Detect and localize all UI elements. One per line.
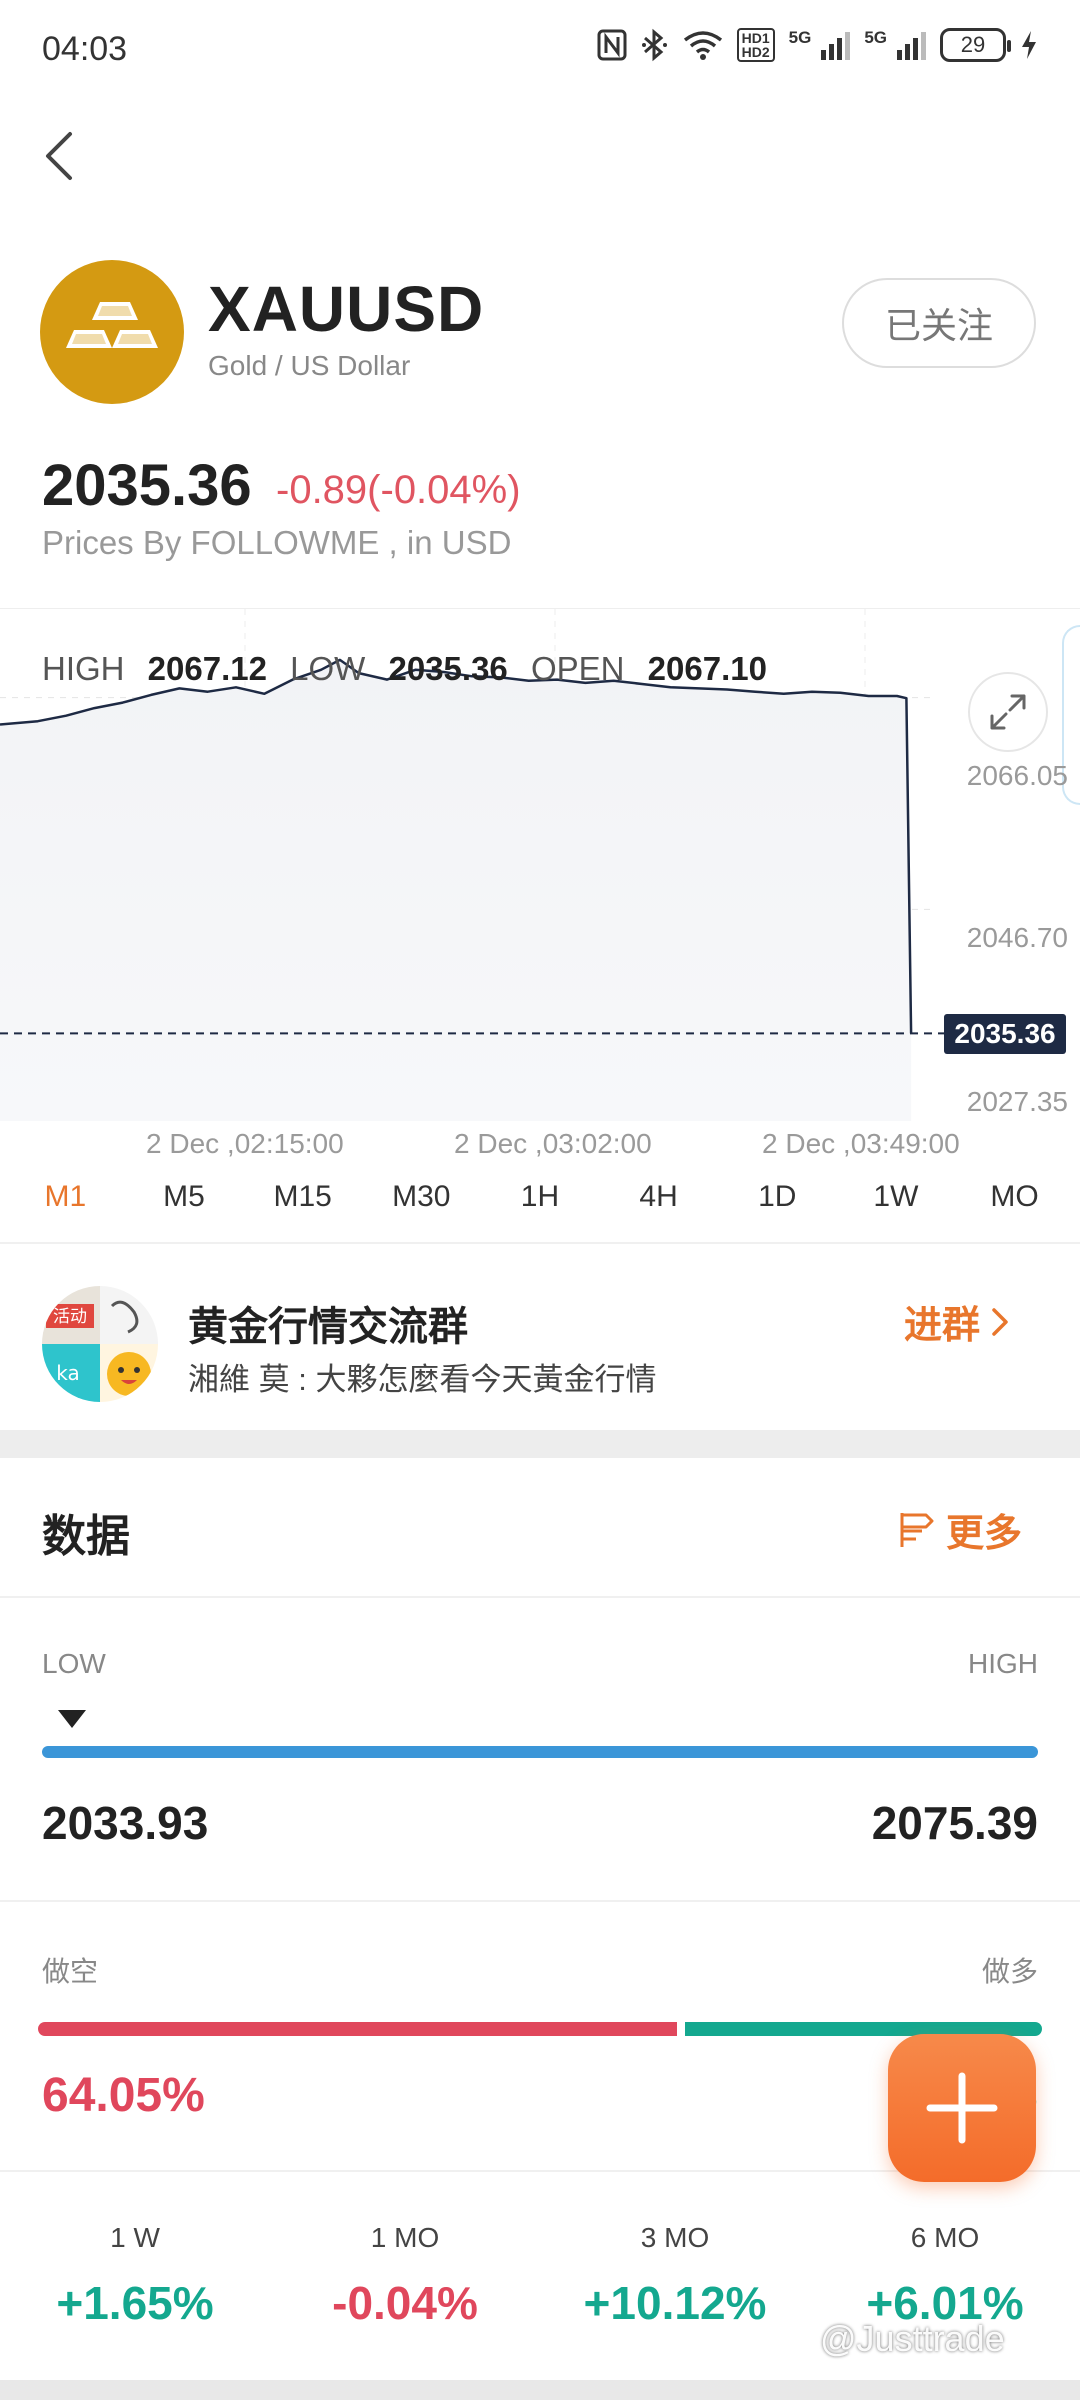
bottom-band [0,2380,1080,2400]
list-flag-icon [900,1512,934,1547]
chevron-right-icon [992,1307,1008,1336]
divider [0,1242,1080,1244]
sentiment-bar [38,2022,1042,2036]
tab-m5[interactable]: M5 [134,1180,234,1240]
join-group-button[interactable]: 进群 [904,1294,1010,1349]
section-gap [0,1430,1080,1458]
performance-item: 1 W +1.65% [0,2222,270,2330]
chart-stats: HIGH 2067.12 LOW 2035.36 OPEN 2067.10 [42,650,781,688]
high-value: 2067.12 [147,650,267,687]
performance-label: 3 MO [640,2222,710,2253]
performance-label: 1 MO [370,2222,440,2253]
x-tick-label: 2 Dec ,03:49:00 [762,1128,960,1159]
price-change: -0.89(-0.04%) [276,468,521,512]
open-value: 2067.10 [647,650,767,687]
gold-bars-icon [66,302,158,348]
join-group-label: 进群 [904,1305,981,1347]
short-percentage: 64.05% [42,2069,205,2122]
bluetooth-icon [641,28,667,62]
status-time: 04:03 [42,30,128,68]
low-value: 2035.36 [388,650,508,687]
current-price-tag: 2035.36 [944,1014,1066,1054]
tab-mo[interactable]: MO [965,1180,1065,1240]
group-avatar-image: 活动 ka [42,1286,158,1402]
group-avatar[interactable]: 活动 ka [42,1286,158,1402]
divider [0,1900,1080,1902]
performance-value: +1.65% [56,2277,214,2329]
status-icons: HD1 HD2 5G 5G 29 [597,28,1038,62]
performance-item: 6 MO +6.01% [810,2222,1080,2330]
symbol-title: XAUUSD [208,273,485,345]
follow-button[interactable]: 已关注 [842,278,1036,368]
high-label: HIGH [42,650,125,687]
y-tick-label: 2027.35 [966,1086,1068,1117]
x-tick-label: 2 Dec ,02:15:00 [146,1128,344,1159]
network-label-2: 5G [864,28,887,47]
wifi-icon [683,31,722,60]
tab-1w[interactable]: 1W [846,1180,946,1240]
range-high-value: 2075.39 [871,1797,1038,1849]
hd-icon: HD1 HD2 [736,28,775,62]
sentiment-short-fill [38,2022,677,2036]
divider [0,1596,1080,1598]
status-bar: 04:03 HD1 HD2 5G 5G 29 [0,0,1080,100]
add-button[interactable] [888,2034,1036,2182]
avatar-tag: 活动 [53,1307,87,1327]
nfc-icon [597,29,627,61]
x-tick-label: 2 Dec ,03:02:00 [454,1128,652,1159]
price-source: Prices By FOLLOWME , in USD [42,524,512,561]
charging-icon [1022,31,1036,59]
more-button[interactable]: 更多 [898,1502,1022,1557]
y-tick-label: 2066.05 [966,760,1068,791]
expand-icon [990,694,1026,730]
data-section-title: 数据 [42,1512,130,1561]
tab-4h[interactable]: 4H [609,1180,709,1240]
tab-1h[interactable]: 1H [490,1180,590,1240]
current-price: 2035.36 [42,453,252,518]
price-area [0,659,912,1121]
more-label: 更多 [946,1513,1023,1555]
symbol-fullname: Gold / US Dollar [208,350,411,381]
group-last-message: 湘維 莫 : 大夥怎麼看今天黃金行情 [188,1362,657,1397]
plus-icon [926,2072,998,2144]
avatar-sub: ka [56,1361,80,1385]
y-tick-label: 2046.70 [966,922,1068,953]
range-marker-icon [57,1710,86,1728]
performance-item: 3 MO +10.12% [540,2222,810,2330]
tab-m30[interactable]: M30 [371,1180,471,1240]
fullscreen-button[interactable] [968,672,1048,752]
battery-level: 29 [960,32,986,57]
range-low-value: 2033.93 [42,1797,209,1849]
signal-icon-2 [897,30,926,60]
tab-m15[interactable]: M15 [253,1180,353,1240]
performance-value: -0.04% [332,2277,478,2329]
battery-icon: 29 [940,28,1011,62]
performance-value: +10.12% [583,2277,767,2329]
signal-icon [821,30,851,60]
long-label: 做多 [981,1956,1038,1987]
watermark: @Justtrade [820,2318,1005,2359]
range-high-label: HIGH [968,1648,1038,1679]
group-name[interactable]: 黄金行情交流群 [188,1294,468,1352]
range-low-label: LOW [42,1648,106,1679]
open-label: OPEN [530,650,625,687]
short-label: 做空 [42,1956,99,1987]
price-chart-svg [0,609,944,1121]
timeframe-tabs: M1 M5 M15 M30 1H 4H 1D 1W MO [0,1180,1080,1240]
performance-label: 1 W [110,2222,160,2253]
price-chart[interactable] [0,608,1080,1148]
gold-logo [40,260,184,404]
low-label: LOW [290,650,366,687]
performance-label: 6 MO [910,2222,980,2253]
performance-item: 1 MO -0.04% [270,2222,540,2330]
tab-m1[interactable]: M1 [15,1180,115,1240]
back-button[interactable] [40,128,80,184]
tab-1d[interactable]: 1D [727,1180,827,1240]
day-range-bar [42,1746,1038,1758]
network-label-1: 5G [788,28,812,47]
